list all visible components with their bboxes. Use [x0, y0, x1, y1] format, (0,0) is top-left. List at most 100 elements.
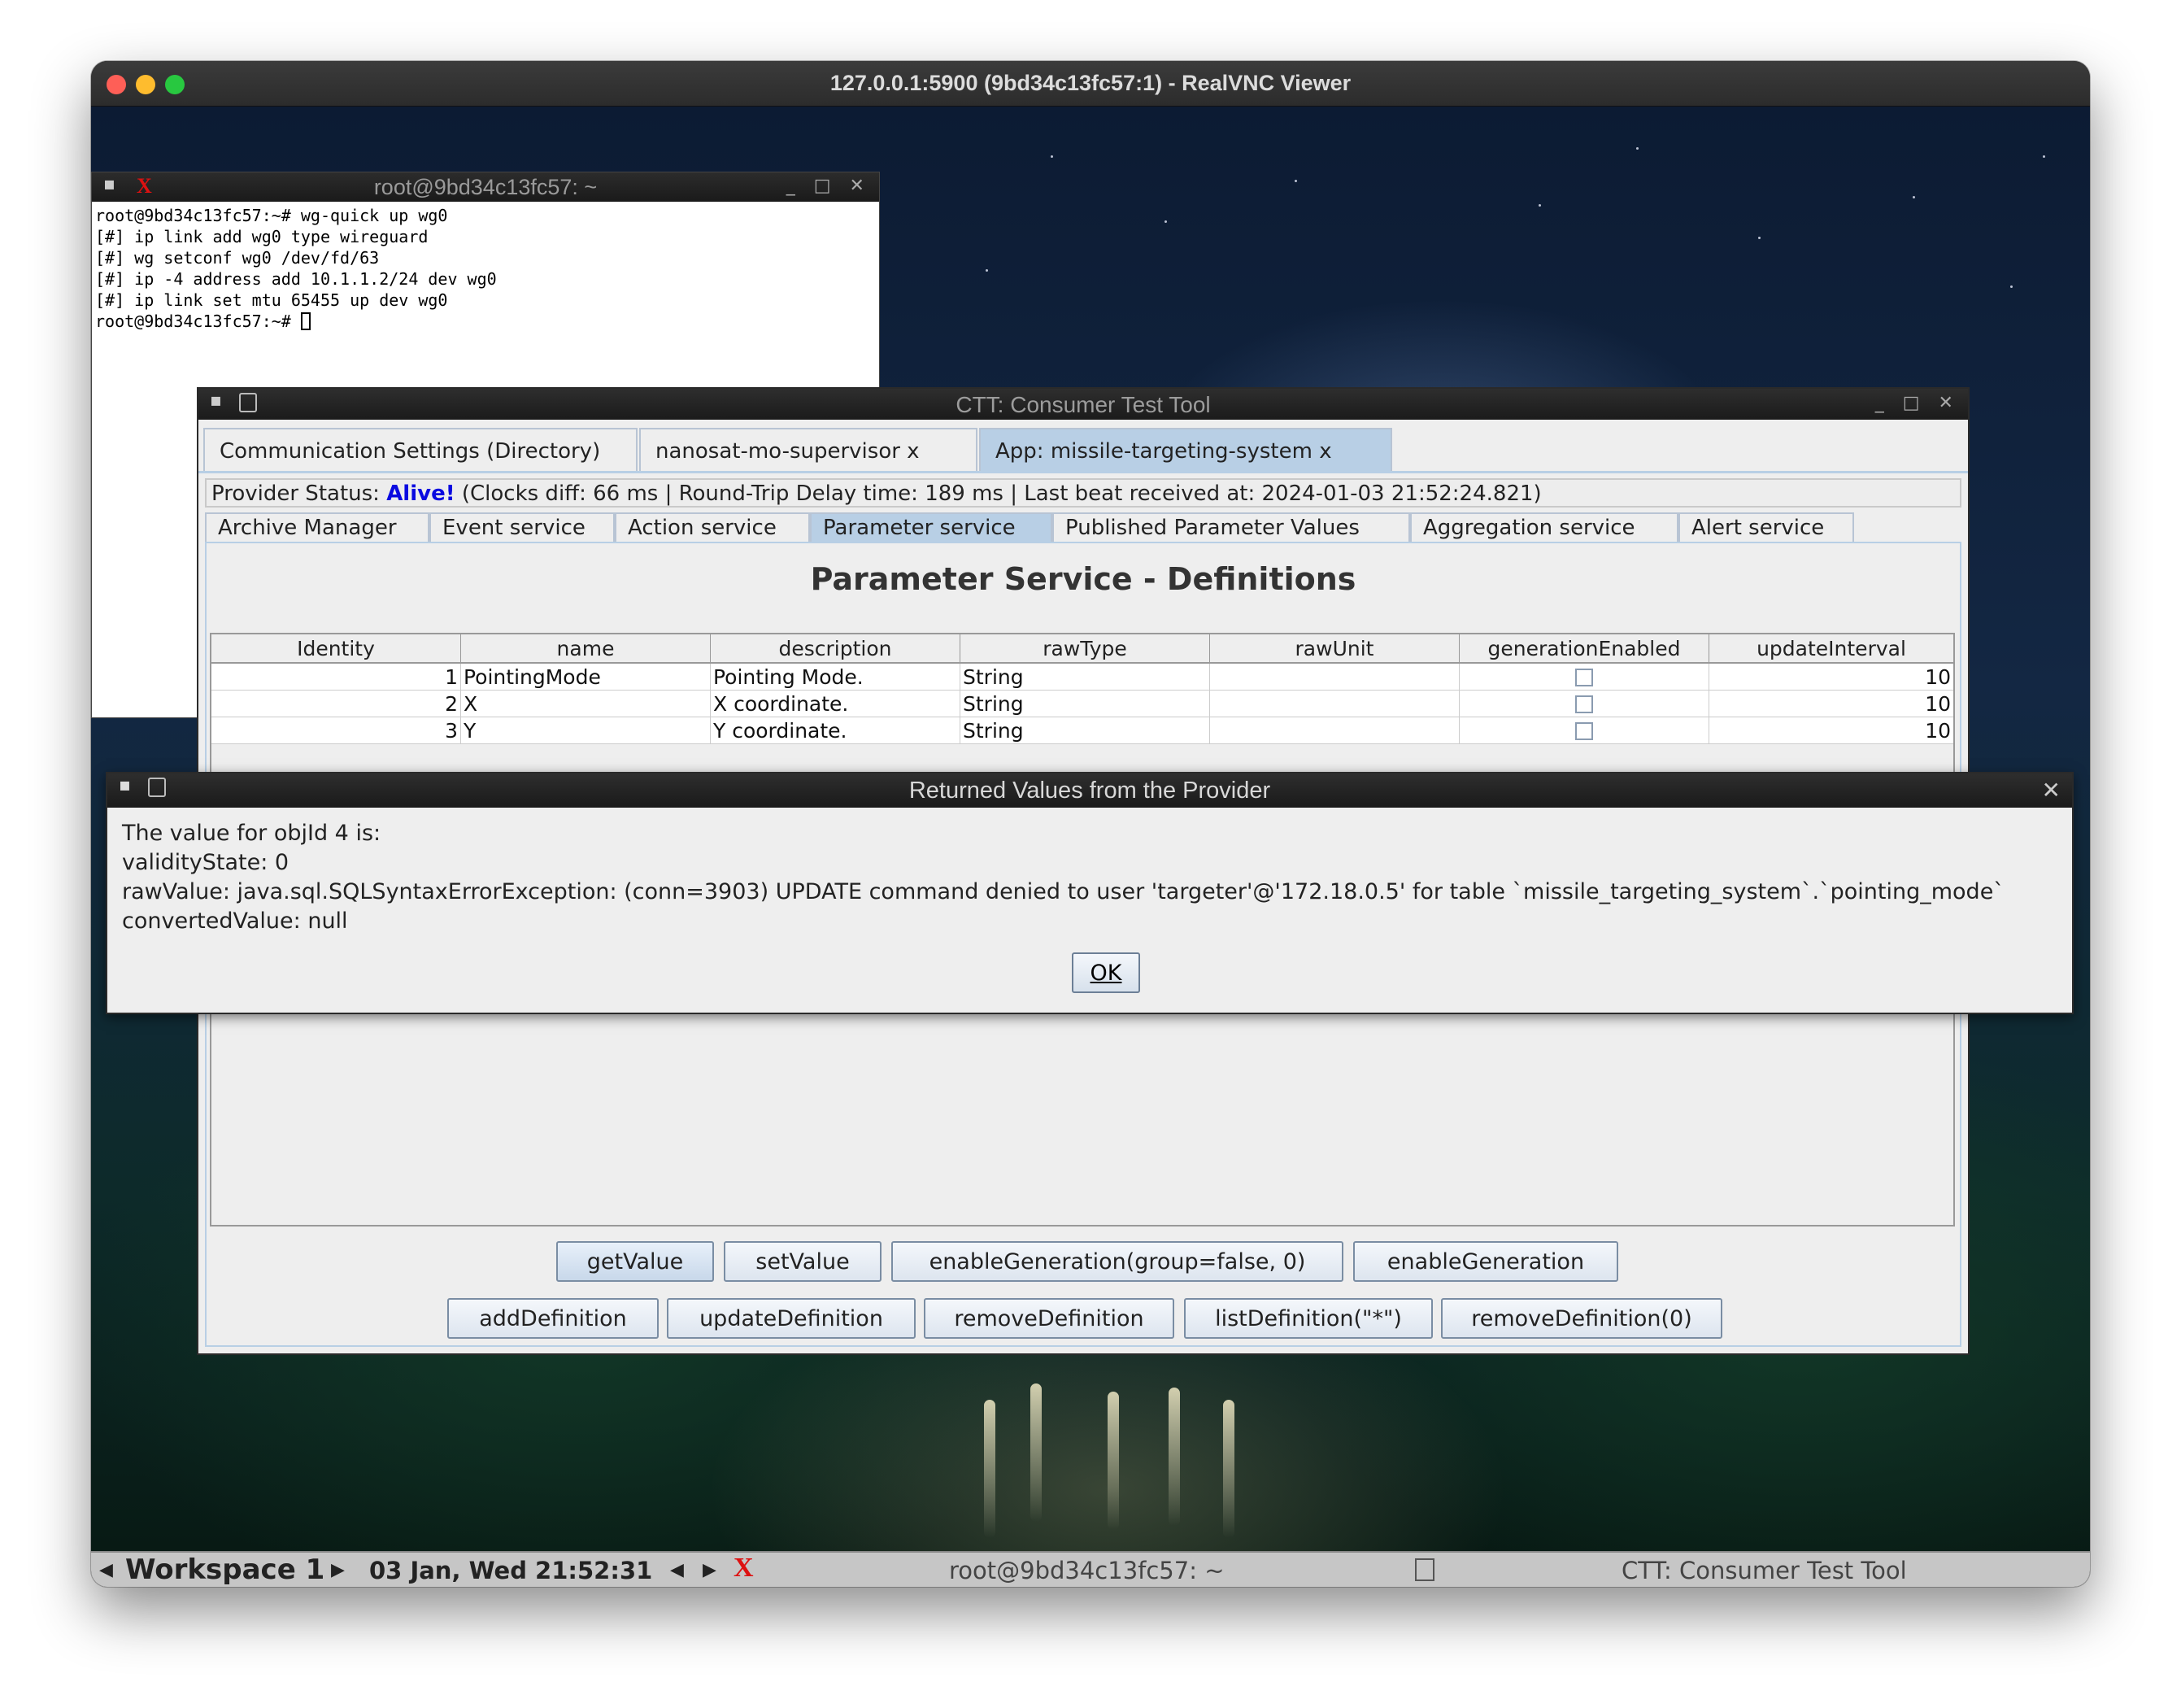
terminal-line: [#] ip link set mtu 65455 up dev wg0	[95, 290, 448, 310]
get-value-button[interactable]: getValue	[556, 1241, 714, 1282]
cell-identity: 1	[211, 664, 461, 690]
cell-name: PointingMode	[461, 664, 711, 690]
update-definition-button[interactable]: updateDefinition	[667, 1298, 916, 1339]
terminal-titlebar: ▪ X root@9bd34c13fc57: ~ _ □ ✕	[92, 172, 879, 202]
remove-definition-zero-button[interactable]: removeDefinition(0)	[1441, 1298, 1722, 1339]
panel-title: Parameter Service - Definitions	[810, 561, 1356, 597]
table-row[interactable]: 3 Y Y coordinate. String 10	[211, 717, 1953, 744]
status-details: (Clocks diff: 66 ms | Round-Trip Delay t…	[455, 481, 1542, 506]
set-value-button[interactable]: setValue	[724, 1241, 882, 1282]
cell-name: Y	[461, 717, 711, 743]
tab-action-service[interactable]: Action service	[615, 512, 810, 543]
tab-archive-manager[interactable]: Archive Manager	[205, 512, 429, 543]
cell-rawtype: String	[960, 664, 1210, 690]
column-header[interactable]: generationEnabled	[1460, 634, 1709, 662]
column-header[interactable]: rawType	[960, 634, 1210, 662]
status-alive: Alive!	[386, 481, 455, 506]
cell-generation-enabled	[1460, 691, 1709, 717]
column-header[interactable]: description	[711, 634, 960, 662]
dialog-message: The value for objId 4 is: validityState:…	[107, 808, 2072, 948]
list-definition-button[interactable]: listDefinition("*")	[1184, 1298, 1433, 1339]
terminal-line: root@9bd34c13fc57:~# wg-quick up wg0	[95, 206, 448, 225]
cell-identity: 2	[211, 691, 461, 717]
tab-published-parameter-values[interactable]: Published Parameter Values	[1052, 512, 1410, 543]
ctt-title: CTT: Consumer Test Tool	[956, 392, 1211, 417]
cell-update-interval: 10	[1925, 665, 1951, 689]
task-terminal[interactable]: root@9bd34c13fc57: ~	[949, 1557, 1225, 1584]
returned-values-dialog: ▪ Returned Values from the Provider ✕ Th…	[106, 772, 2074, 1014]
ok-label: OK	[1090, 961, 1122, 986]
taskbar: ◀ Workspace 1 ▶ 03 Jan, Wed 21:52:31 ◀ ▶…	[91, 1551, 2090, 1587]
table-row[interactable]: 1 PointingMode Pointing Mode. String 10	[211, 664, 1953, 691]
column-header[interactable]: updateInterval	[1709, 634, 1953, 662]
dialog-line: convertedValue: null	[122, 908, 348, 934]
generation-enabled-checkbox[interactable]	[1575, 669, 1593, 686]
provider-status-bar: Provider Status: Alive! (Clocks diff: 66…	[205, 478, 1961, 508]
task-ctt[interactable]: CTT: Consumer Test Tool	[1622, 1557, 1907, 1584]
desktop-background: ▪ X root@9bd34c13fc57: ~ _ □ ✕ root@9bd3…	[91, 107, 2090, 1551]
vnc-viewer-window: 127.0.0.1:5900 (9bd34c13fc57:1) - RealVN…	[91, 61, 2090, 1587]
ok-button[interactable]: OK	[1072, 952, 1140, 993]
taskbar-clock: 03 Jan, Wed 21:52:31	[369, 1557, 653, 1584]
terminal-title: root@9bd34c13fc57: ~	[373, 175, 598, 199]
prev-workspace-icon[interactable]: ◀	[99, 1560, 113, 1580]
cell-description: Y coordinate.	[711, 717, 960, 743]
window-controls-icon[interactable]: _ □ ✕	[786, 176, 871, 196]
cell-generation-enabled	[1460, 717, 1709, 743]
terminal-cursor	[300, 312, 311, 330]
cell-rawunit	[1210, 664, 1460, 690]
cell-update-interval: 10	[1925, 692, 1951, 716]
terminal-line: [#] ip link add wg0 type wireguard	[95, 227, 429, 246]
dialog-titlebar: ▪ Returned Values from the Provider ✕	[107, 773, 2072, 808]
tab-event-service[interactable]: Event service	[429, 512, 615, 543]
add-definition-button[interactable]: addDefinition	[447, 1298, 659, 1339]
window-controls-icon[interactable]: _ □ ✕	[1875, 393, 1960, 413]
prev-task-icon[interactable]: ◀	[670, 1560, 684, 1580]
workspace-label[interactable]: Workspace 1	[125, 1553, 324, 1586]
terminal-line: [#] ip -4 address add 10.1.1.2/24 dev wg…	[95, 269, 497, 289]
dialog-line: validityState: 0	[122, 850, 289, 875]
tab-alert-service[interactable]: Alert service	[1678, 512, 1854, 543]
cell-rawtype: String	[960, 691, 1210, 717]
column-header[interactable]: name	[461, 634, 711, 662]
generation-enabled-checkbox[interactable]	[1575, 722, 1593, 740]
xterm-task-icon[interactable]: X	[734, 1553, 754, 1584]
generation-enabled-checkbox[interactable]	[1575, 695, 1593, 713]
vnc-titlebar: 127.0.0.1:5900 (9bd34c13fc57:1) - RealVN…	[91, 61, 2090, 107]
cell-rawunit	[1210, 717, 1460, 743]
next-workspace-icon[interactable]: ▶	[331, 1560, 345, 1580]
dialog-title: Returned Values from the Provider	[908, 778, 1271, 804]
cell-description: X coordinate.	[711, 691, 960, 717]
dialog-line: rawValue: java.sql.SQLSyntaxErrorExcepti…	[122, 879, 2005, 904]
tab-missile-targeting-system[interactable]: App: missile-targeting-system x	[979, 428, 1392, 472]
tab-nanosat-mo-supervisor[interactable]: nanosat-mo-supervisor x	[639, 428, 977, 472]
table-header: Identity name description rawType rawUni…	[211, 634, 1953, 664]
enable-generation-button[interactable]: enableGeneration	[1353, 1241, 1618, 1282]
terminal-prompt: root@9bd34c13fc57:~#	[95, 312, 301, 331]
ctt-titlebar: ▪ CTT: Consumer Test Tool _ □ ✕	[198, 389, 1968, 420]
cell-description: Pointing Mode.	[711, 664, 960, 690]
vnc-window-title: 127.0.0.1:5900 (9bd34c13fc57:1) - RealVN…	[829, 71, 1352, 95]
cell-name: X	[461, 691, 711, 717]
enable-generation-group-button[interactable]: enableGeneration(group=false, 0)	[891, 1241, 1343, 1282]
tab-parameter-service[interactable]: Parameter service	[810, 512, 1052, 543]
cell-generation-enabled	[1460, 664, 1709, 690]
cell-rawtype: String	[960, 717, 1210, 743]
status-prefix: Provider Status:	[211, 481, 387, 506]
tab-aggregation-service[interactable]: Aggregation service	[1410, 512, 1678, 543]
remove-definition-button[interactable]: removeDefinition	[924, 1298, 1174, 1339]
cell-identity: 3	[211, 717, 461, 743]
column-header[interactable]: rawUnit	[1210, 634, 1460, 662]
column-header[interactable]: Identity	[211, 634, 461, 662]
tab-underline	[198, 471, 1968, 473]
cell-rawunit	[1210, 691, 1460, 717]
next-task-icon[interactable]: ▶	[703, 1560, 716, 1580]
close-icon[interactable]: ✕	[2042, 777, 2061, 804]
cell-update-interval: 10	[1925, 719, 1951, 743]
table-row[interactable]: 2 X X coordinate. String 10	[211, 691, 1953, 717]
tab-communication-settings[interactable]: Communication Settings (Directory)	[203, 428, 638, 472]
java-task-icon[interactable]	[1415, 1558, 1434, 1581]
terminal-line: [#] wg setconf wg0 /dev/fd/63	[95, 248, 380, 268]
terminal-output[interactable]: root@9bd34c13fc57:~# wg-quick up wg0 [#] …	[92, 202, 879, 335]
dialog-line: The value for objId 4 is:	[122, 821, 381, 846]
